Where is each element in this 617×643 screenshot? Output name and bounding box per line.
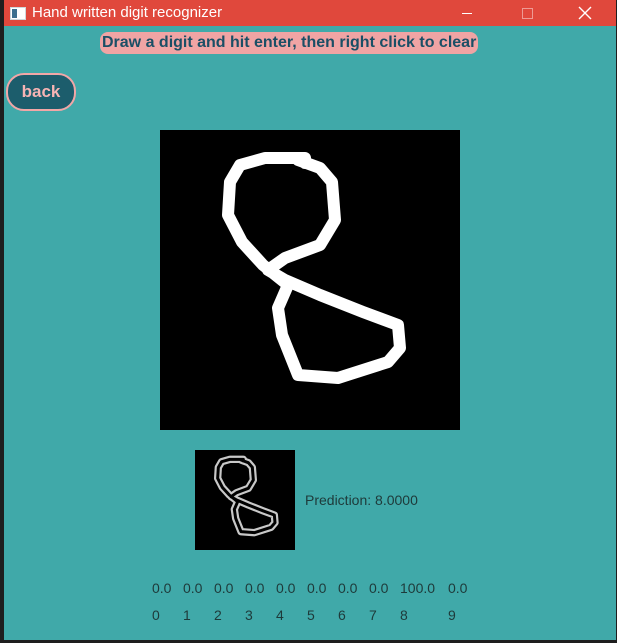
- title-bar[interactable]: Hand written digit recognizer: [4, 0, 616, 26]
- digit-label: 9: [448, 607, 456, 623]
- probability-value: 0.0: [448, 580, 468, 596]
- digit-label: 1: [183, 607, 191, 623]
- probability-value: 0.0: [183, 580, 203, 596]
- probability-value: 0.0: [245, 580, 265, 596]
- digit-label: 4: [276, 607, 284, 623]
- thumbnail-digit: [214, 455, 279, 537]
- probability-value: 0.0: [214, 580, 234, 596]
- back-button[interactable]: back: [6, 73, 76, 111]
- digit-label: 7: [369, 607, 377, 623]
- probability-value: 0.0: [338, 580, 358, 596]
- probability-value: 0.0: [369, 580, 389, 596]
- app-window: Hand written digit recognizer Draw a dig…: [4, 0, 616, 640]
- digit-label: 2: [214, 607, 222, 623]
- window-title: Hand written digit recognizer: [32, 4, 223, 21]
- minimize-button[interactable]: [444, 0, 490, 26]
- maximize-button[interactable]: [504, 0, 550, 26]
- instruction-banner: Draw a digit and hit enter, then right c…: [100, 32, 479, 54]
- digit-label: 0: [152, 607, 160, 623]
- probability-row: 0.0 0.0 0.0 0.0 0.0 0.0 0.0 0.0 100.0 0.…: [4, 580, 616, 598]
- digit-label: 5: [307, 607, 315, 623]
- digit-label: 6: [338, 607, 346, 623]
- digit-label: 3: [245, 607, 253, 623]
- close-button[interactable]: [562, 0, 608, 26]
- probability-value: 0.0: [307, 580, 327, 596]
- app-window-icon: [10, 7, 26, 20]
- minimize-icon: [462, 12, 472, 14]
- digit-label-row: 0 1 2 3 4 5 6 7 8 9: [4, 607, 616, 625]
- maximize-icon: [521, 7, 533, 19]
- drawn-digit-stroke: [222, 152, 406, 384]
- probability-value: 0.0: [276, 580, 296, 596]
- close-icon: [578, 6, 592, 20]
- processed-digit-thumbnail: [195, 450, 295, 550]
- prediction-label: Prediction: 8.0000: [305, 492, 418, 508]
- digit-label: 8: [400, 607, 408, 623]
- probability-value: 0.0: [152, 580, 172, 596]
- probability-value: 100.0: [400, 580, 436, 596]
- drawing-canvas[interactable]: [160, 130, 460, 430]
